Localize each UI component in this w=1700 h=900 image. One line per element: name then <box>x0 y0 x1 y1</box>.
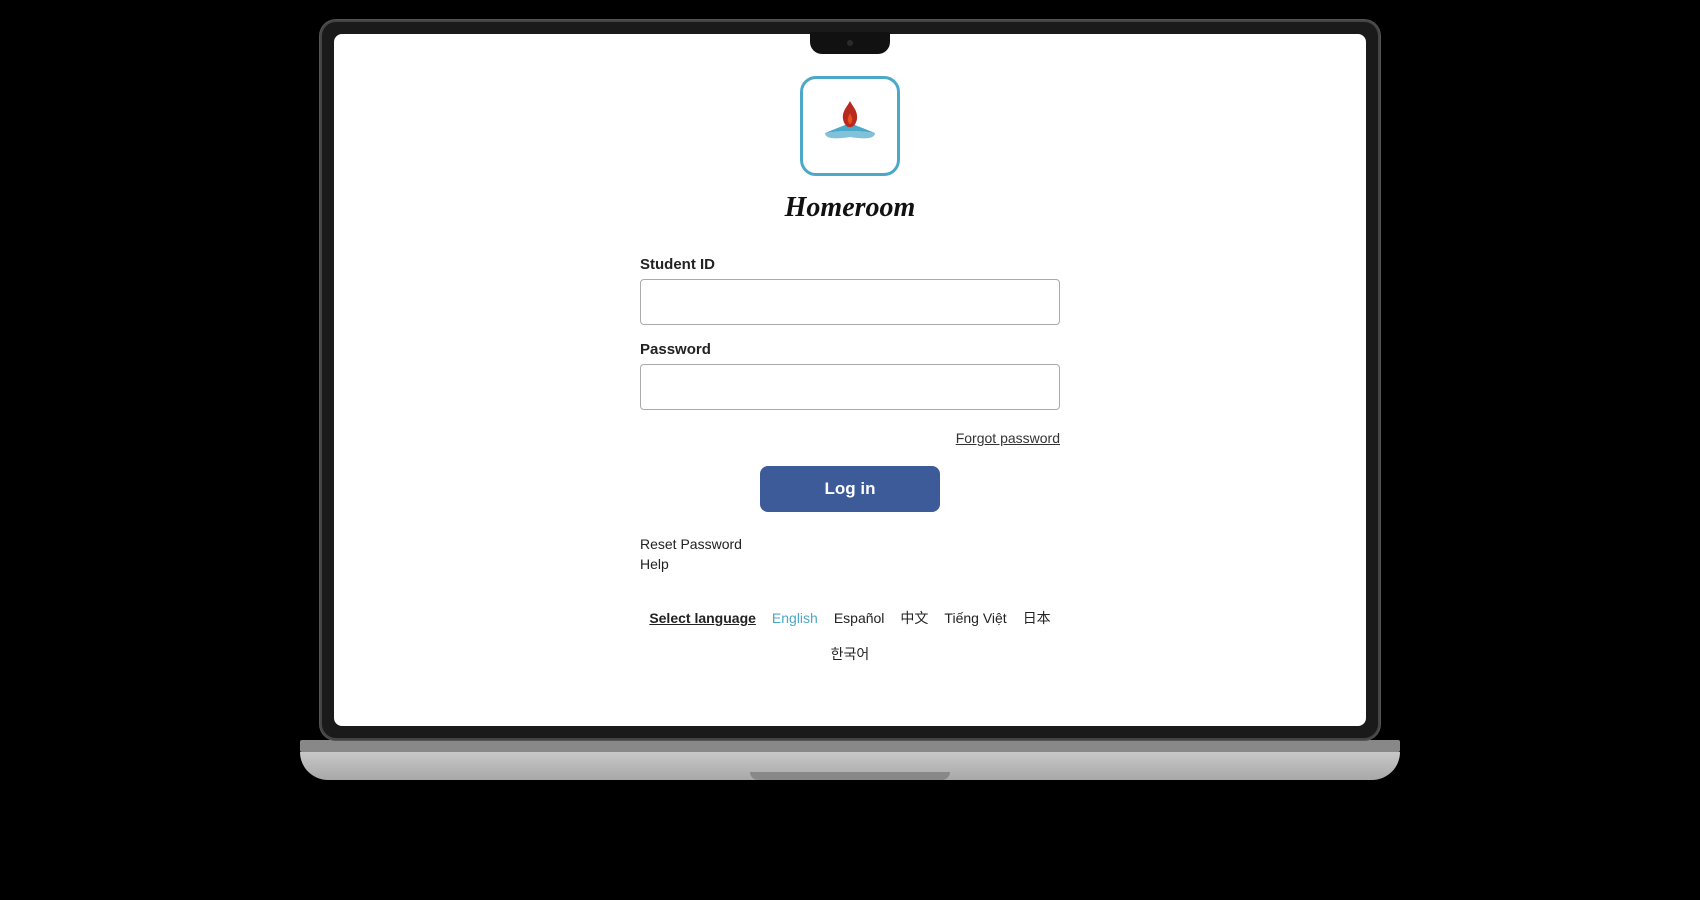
language-bar: Select language English Español 中文 Tiếng… <box>640 608 1060 664</box>
lang-option-vi[interactable]: Tiếng Việt <box>944 610 1006 626</box>
student-id-label: Student ID <box>640 256 1060 273</box>
secondary-links: Reset Password Help <box>640 536 1060 572</box>
lang-option-en[interactable]: English <box>772 610 818 626</box>
login-form-container: Homeroom Student ID Password Forgot pass… <box>640 56 1060 704</box>
student-id-group: Student ID <box>640 256 1060 325</box>
reset-password-link[interactable]: Reset Password <box>640 536 742 552</box>
camera-dot <box>847 40 853 46</box>
password-group: Password <box>640 341 1060 410</box>
laptop-hinge <box>300 740 1400 752</box>
password-input[interactable] <box>640 364 1060 410</box>
laptop-screen-bezel: Homeroom Student ID Password Forgot pass… <box>320 20 1380 740</box>
screen-content: Homeroom Student ID Password Forgot pass… <box>334 34 1366 726</box>
select-language-label[interactable]: Select language <box>649 610 756 626</box>
camera-notch <box>810 32 890 54</box>
app-logo <box>800 76 900 176</box>
student-id-input[interactable] <box>640 279 1060 325</box>
laptop-wrapper: Homeroom Student ID Password Forgot pass… <box>320 20 1380 880</box>
app-title: Homeroom <box>785 192 916 224</box>
help-link[interactable]: Help <box>640 556 669 572</box>
lang-option-ko[interactable]: 한국어 <box>831 644 870 664</box>
login-button[interactable]: Log in <box>760 466 940 512</box>
forgot-password-link[interactable]: Forgot password <box>640 430 1060 446</box>
logo-svg <box>815 91 885 161</box>
lang-option-ja[interactable]: 日本 <box>1023 608 1051 628</box>
laptop-base <box>300 752 1400 780</box>
lang-option-zh[interactable]: 中文 <box>900 608 928 628</box>
password-label: Password <box>640 341 1060 358</box>
lang-option-es[interactable]: Español <box>834 610 885 626</box>
